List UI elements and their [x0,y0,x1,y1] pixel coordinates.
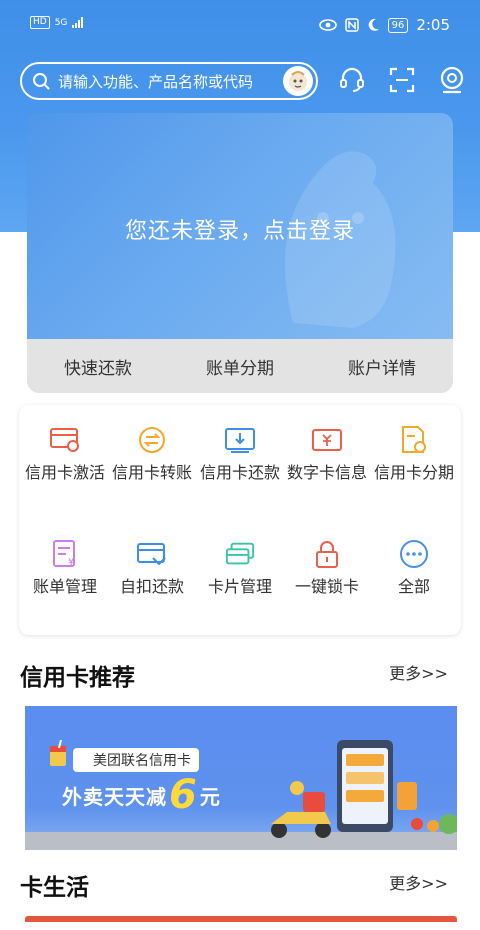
quick-action-fast-repay[interactable]: 快速还款 [27,339,169,393]
eye-icon [318,19,337,31]
transfer-icon [137,425,167,455]
recommend-more-link[interactable]: 更多>> [389,660,448,684]
delivery-illustration-icon [271,740,457,838]
func-transfer[interactable]: 信用卡转账 [108,425,196,484]
battery-level: 96 [387,17,409,33]
func-bill-manage[interactable]: ¥ 账单管理 [21,539,109,598]
func-auto-debit[interactable]: 自扣还款 [108,539,196,598]
func-all[interactable]: 全部 [370,539,458,598]
mascot-avatar-icon[interactable] [283,66,313,96]
func-label: 信用卡还款 [199,463,280,482]
promo-banner[interactable]: 美团联名信用卡 外卖天天减6 元 [25,706,457,850]
svg-text:¥: ¥ [68,557,74,568]
signal-label: 5G [54,17,68,28]
func-label: 数字卡信息 [286,463,367,482]
card-manage-icon [225,539,255,569]
banner-amount: 6 [169,772,198,818]
banner-headline: 外卖天天减6 元 [62,772,221,818]
camera-icon[interactable] [436,64,468,96]
card-life-more-link[interactable]: 更多>> [389,870,448,894]
installment-icon [399,425,429,455]
auto-debit-icon [137,539,167,569]
func-label: 信用卡分期 [373,463,454,482]
recommend-title: 信用卡推荐 [20,665,135,691]
banner-tag: 美团联名信用卡 [73,748,199,772]
moon-icon [368,18,379,31]
func-card-activate[interactable]: 信用卡激活 [21,425,109,484]
status-bar: HD 5G 96 2:05 [0,0,480,56]
func-label: 账单管理 [32,577,97,596]
hd-badge: HD [30,16,50,29]
signal-icon [72,17,84,28]
card-life-title: 卡生活 [20,875,89,901]
func-label: 卡片管理 [207,577,272,596]
bill-icon: ¥ [50,539,80,569]
clock: 2:05 [416,16,450,34]
func-installment[interactable]: 信用卡分期 [370,425,458,484]
banner-unit: 元 [199,785,221,809]
func-label: 全部 [397,577,430,596]
drink-cup-icon [50,740,66,766]
func-card-manage[interactable]: 卡片管理 [196,539,284,598]
banner-headline-text: 外卖天天减 [62,785,167,809]
func-lock-card[interactable]: 一键锁卡 [283,539,371,598]
lock-icon [312,539,342,569]
func-label: 信用卡激活 [24,463,105,482]
search-bar[interactable]: 请输入功能、产品名称或代码 [20,62,318,100]
scan-icon[interactable] [386,64,418,96]
card-activate-icon [50,425,80,455]
search-icon [32,71,52,91]
login-prompt: 您还未登录，点击登录 [124,219,355,244]
nfc-icon [344,18,359,32]
function-grid: 信用卡激活 信用卡转账 信用卡还款 数字卡信息 信用卡分期 ¥ 账单管理 自扣还… [19,405,461,635]
func-label: 一键锁卡 [294,577,359,596]
quick-actions: 快速还款 账单分期 账户详情 [27,339,453,393]
func-digital-card[interactable]: 数字卡信息 [283,425,371,484]
card-life-banner-edge[interactable] [25,916,457,922]
more-icon [399,539,429,569]
func-repay[interactable]: 信用卡还款 [196,425,284,484]
quick-action-bill-installment[interactable]: 账单分期 [169,339,311,393]
repay-icon [225,425,255,455]
search-placeholder: 请输入功能、产品名称或代码 [58,72,254,91]
digital-card-icon [312,425,342,455]
login-card[interactable]: 您还未登录，点击登录 [27,113,453,339]
customer-service-icon[interactable] [336,64,368,96]
func-label: 信用卡转账 [111,463,192,482]
quick-action-account-details[interactable]: 账户详情 [311,339,453,393]
func-label: 自扣还款 [119,577,184,596]
